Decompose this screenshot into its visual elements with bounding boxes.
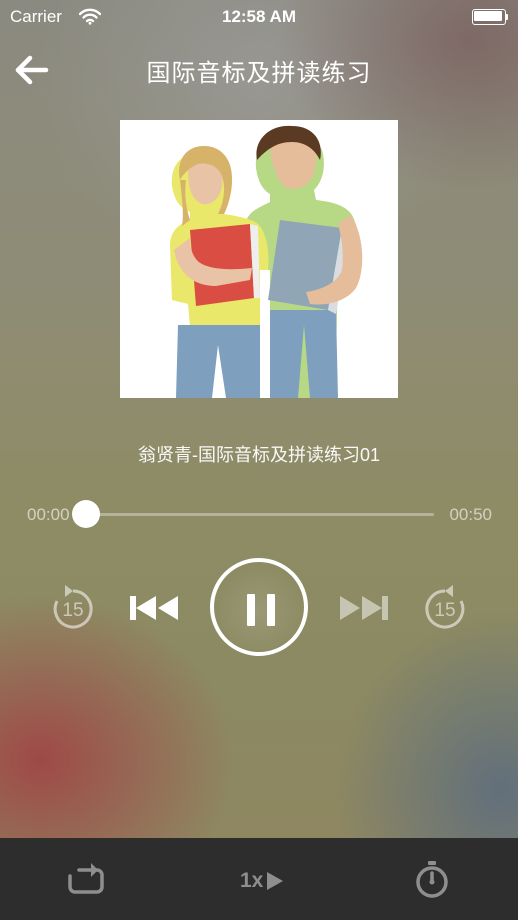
progress-slider-track[interactable] (86, 513, 434, 516)
play-speed-icon (267, 872, 284, 890)
next-track-icon (340, 596, 388, 620)
status-bar: Carrier 12:58 AM (0, 0, 518, 34)
clock: 12:58 AM (221, 7, 296, 26)
playback-speed-button[interactable]: 1x (240, 866, 285, 896)
forward-15-label: 15 (434, 600, 456, 621)
next-track-button[interactable] (336, 590, 392, 626)
track-title: 翁贤青-国际音标及拼读练习01 (137, 445, 380, 465)
previous-track-button[interactable] (126, 590, 182, 626)
previous-track-icon (130, 596, 178, 620)
battery-icon (472, 9, 508, 25)
album-cover-image (120, 120, 398, 398)
rewind-15-label: 15 (62, 600, 84, 621)
timer-icon (416, 861, 448, 898)
repeat-icon (68, 863, 104, 894)
repeat-button[interactable] (65, 862, 107, 898)
total-time: 00:50 (449, 505, 492, 524)
page-title: 国际音标及拼读练习 (146, 60, 372, 87)
elapsed-time: 00:00 (27, 505, 70, 524)
pause-button[interactable] (210, 558, 308, 656)
sleep-timer-button[interactable] (413, 860, 451, 900)
progress-slider-thumb[interactable] (72, 500, 100, 528)
playback-speed-label: 1x (240, 869, 264, 892)
rewind-15-button[interactable]: 15 (49, 583, 97, 633)
forward-15-button[interactable]: 15 (421, 583, 469, 633)
